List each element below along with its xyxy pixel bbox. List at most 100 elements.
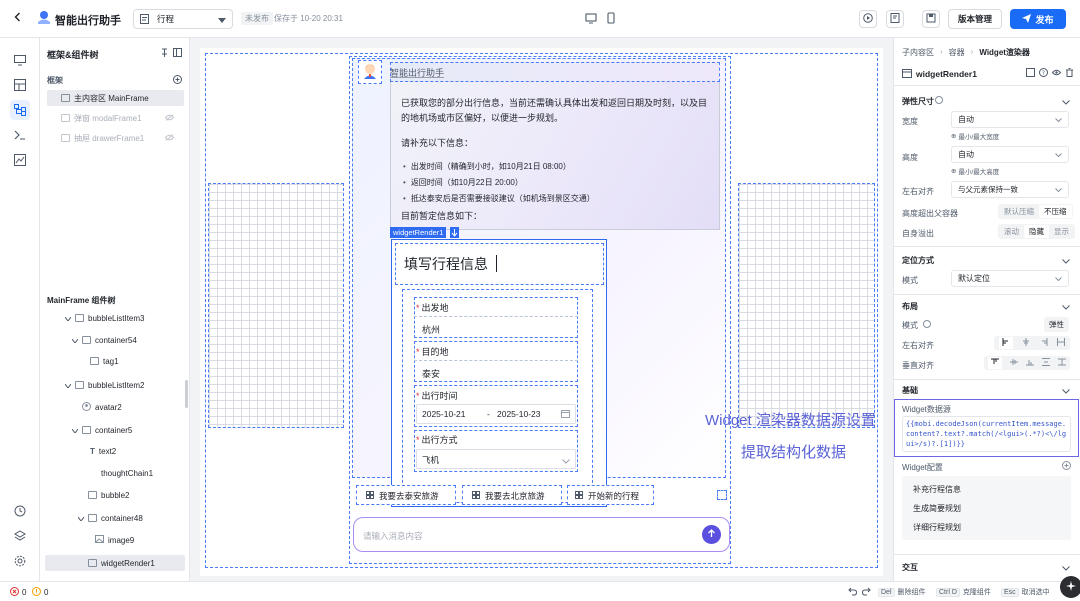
align-right-icon[interactable] [1040,338,1048,348]
assistant-fab[interactable] [1060,576,1080,598]
tree-item[interactable]: bubbleListItem3 [64,310,144,326]
chevron-down-icon[interactable] [1062,386,1070,394]
tree-item[interactable]: container48 [77,510,143,526]
align-middle-icon[interactable] [1010,358,1018,368]
settings-gear-icon[interactable] [10,551,30,571]
width-select[interactable]: 自动 [951,111,1069,128]
breadcrumb: 子内容区 › 容器 › Widget渲染器 [902,47,1030,58]
back-arrow-icon[interactable] [12,11,24,23]
tree-item[interactable]: bubble2 [88,487,129,503]
config-item[interactable]: 详细行程规划 [913,522,961,533]
frame-item-modal[interactable]: 弹窗 modalFrame1 [47,110,184,126]
desktop-view-icon[interactable] [585,12,597,24]
align-center-icon[interactable] [1022,338,1030,348]
datasource-code-editor[interactable]: {{mobi.decodeJson(currentItem.message.co… [902,416,1071,452]
avatar[interactable] [358,60,382,84]
self-overflow-toggle[interactable]: 滚动 隐藏 显示 [998,224,1075,239]
component-tree-icon[interactable] [10,100,30,120]
config-item[interactable]: 生成简要规划 [913,503,961,514]
h-align-toggle[interactable] [994,336,1070,350]
tree-item[interactable]: Ttext2 [90,443,116,459]
tree-item[interactable]: tag1 [90,353,119,369]
align-stretch-icon[interactable] [1057,338,1066,348]
frame-item-drawer[interactable]: 抽屉 drawerFrame1 [47,130,184,146]
align-select[interactable]: 与父元素保持一致 [951,181,1069,198]
layout-icon[interactable] [10,75,30,95]
option-scroll[interactable]: 滚动 [999,225,1024,238]
tree-item[interactable]: container5 [71,422,132,438]
warning-count[interactable]: 0 [32,587,48,598]
justify-icon[interactable] [1058,358,1066,368]
terminal-icon[interactable] [10,125,30,145]
eye-icon[interactable] [1051,68,1062,79]
send-button[interactable] [702,525,721,544]
height-select[interactable]: 自动 [951,146,1069,163]
pin-icon[interactable] [160,48,169,59]
tree-item-selected[interactable]: widgetRender1 [88,555,155,571]
breadcrumb-item[interactable]: 子内容区 [902,47,934,58]
v-align-toggle[interactable] [984,356,1070,370]
layout-mode-value[interactable]: 弹性 [1044,317,1069,332]
chevron-down-icon[interactable] [1062,563,1070,571]
eye-hidden-icon[interactable] [164,113,175,123]
redo-icon[interactable] [861,587,871,598]
help-icon[interactable]: ? [1039,68,1048,79]
distribute-icon[interactable] [1042,358,1050,368]
min-max-width[interactable]: ⊕ 最小/最大宽度 [951,131,999,141]
component-name[interactable]: widgetRender1 [916,69,977,79]
tree-item[interactable]: bubbleListItem2 [64,377,144,393]
tree-item[interactable]: image9 [95,532,134,548]
calendar-icon[interactable] [561,409,570,420]
chevron-down-icon [64,381,72,390]
history-icon[interactable] [10,501,30,521]
mobile-view-icon[interactable] [605,12,617,24]
publish-button[interactable]: 发布 [1010,9,1066,29]
min-max-height[interactable]: ⊕ 最小/最大高度 [951,166,999,176]
plugin-icon[interactable] [10,526,30,546]
chevron-down-icon[interactable] [1062,302,1070,310]
status-bar: 0 0 Del 删除组件 Ctrl D 克隆组件 Esc 取消选中 [0,576,1080,601]
tree-scrollbar[interactable] [185,380,188,408]
eye-hidden-icon[interactable] [164,133,175,143]
config-item[interactable]: 补充行程信息 [913,484,961,495]
travel-mode-select[interactable] [416,449,576,469]
annotation-line-2: 提取结构化数据 [741,444,847,461]
preview-button[interactable] [859,10,877,28]
version-button[interactable]: 版本管理 [948,9,1002,29]
undo-icon[interactable] [848,587,858,598]
container-icon [75,314,84,322]
chevron-down-icon[interactable] [1062,97,1070,105]
section-position: 定位方式 [902,256,934,265]
chart-icon[interactable] [10,150,30,170]
tree-item[interactable]: container54 [71,332,137,348]
option-compress[interactable]: 默认压缩 [999,205,1039,218]
save-button[interactable] [922,10,940,28]
page-select[interactable]: 行程 [133,9,233,29]
frame-item-main[interactable]: 主内容区 MainFrame [47,90,184,106]
delete-icon[interactable] [1065,68,1074,79]
add-frame-icon[interactable] [173,75,182,86]
position-mode-select[interactable]: 默认定位 [951,270,1069,287]
chevron-down-icon[interactable] [1062,256,1070,264]
drag-down-icon[interactable] [450,227,459,238]
copy-icon[interactable] [1026,68,1035,79]
shortcut-key: Del [878,587,895,597]
option-visible[interactable]: 显示 [1049,225,1074,238]
option-no-compress[interactable]: 不压缩 [1039,205,1072,218]
monitor-icon[interactable] [10,50,30,70]
align-left-icon[interactable] [998,337,1013,349]
tree-item[interactable]: avatar2 [82,399,122,415]
suggestion-text: 我要去北京旅游 [485,491,545,501]
frame-label: 主内容区 MainFrame [74,93,149,103]
add-config-icon[interactable] [1062,461,1071,472]
divider [894,246,1080,247]
tree-item[interactable]: thoughtChain1 [101,465,153,481]
align-bottom-icon[interactable] [1026,358,1034,368]
breadcrumb-item[interactable]: 容器 [949,47,965,58]
option-hidden[interactable]: 隐藏 [1024,225,1049,238]
collapse-panel-icon[interactable] [173,48,182,59]
overflow-parent-toggle[interactable]: 默认压缩 不压缩 [998,204,1073,219]
error-count[interactable]: 0 [10,587,26,598]
code-button[interactable] [886,10,904,28]
align-top-icon[interactable] [988,357,1002,369]
